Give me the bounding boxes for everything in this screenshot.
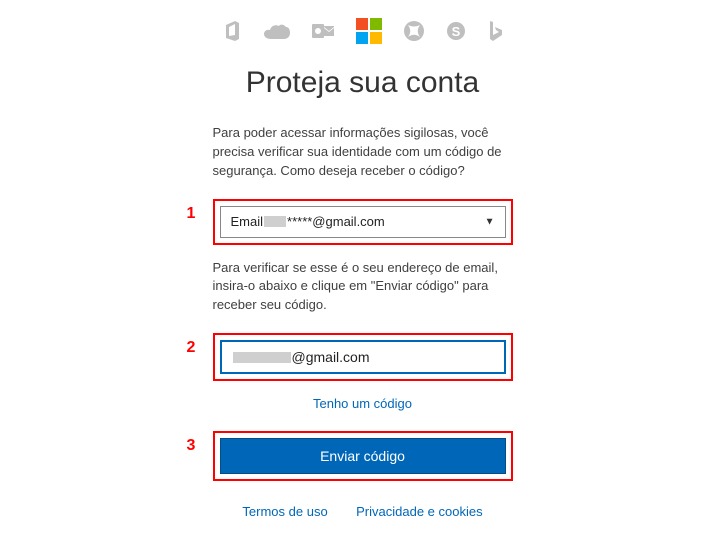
office-icon — [224, 21, 242, 41]
page-title: Proteja sua conta — [0, 66, 725, 100]
select-value-masked: *****@gmail.com — [287, 214, 385, 229]
annotation-box-3: Enviar código — [213, 431, 513, 481]
have-code-link[interactable]: Tenho um código — [313, 396, 412, 411]
annotation-1: 1 — [187, 205, 196, 223]
email-input[interactable]: @gmail.com — [220, 340, 506, 374]
terms-link[interactable]: Termos de uso — [242, 504, 327, 519]
xbox-icon — [404, 21, 424, 41]
select-value-prefix: Email — [231, 214, 264, 229]
instruction-text: Para verificar se esse é o seu endereço … — [213, 259, 513, 316]
microsoft-logo-icon — [356, 18, 382, 44]
brand-icon-row: S — [0, 18, 725, 44]
email-input-suffix: @gmail.com — [292, 349, 370, 365]
privacy-link[interactable]: Privacidade e cookies — [356, 504, 482, 519]
onedrive-icon — [264, 23, 290, 39]
svg-text:S: S — [451, 24, 460, 39]
verification-method-select[interactable]: Email *****@gmail.com ▼ — [220, 206, 506, 238]
footer-links: Termos de uso Privacidade e cookies — [213, 503, 513, 521]
chevron-down-icon: ▼ — [485, 216, 495, 227]
annotation-3: 3 — [187, 437, 196, 455]
skype-icon: S — [446, 21, 466, 41]
bing-icon — [488, 21, 502, 41]
redacted-email-prefix — [264, 216, 286, 227]
send-code-button[interactable]: Enviar código — [220, 438, 506, 474]
annotation-2: 2 — [187, 339, 196, 357]
outlook-icon — [312, 22, 334, 40]
annotation-box-1: Email *****@gmail.com ▼ — [213, 199, 513, 245]
redacted-email-local — [233, 352, 291, 363]
intro-text: Para poder acessar informações sigilosas… — [213, 124, 513, 181]
annotation-box-2: @gmail.com — [213, 333, 513, 381]
